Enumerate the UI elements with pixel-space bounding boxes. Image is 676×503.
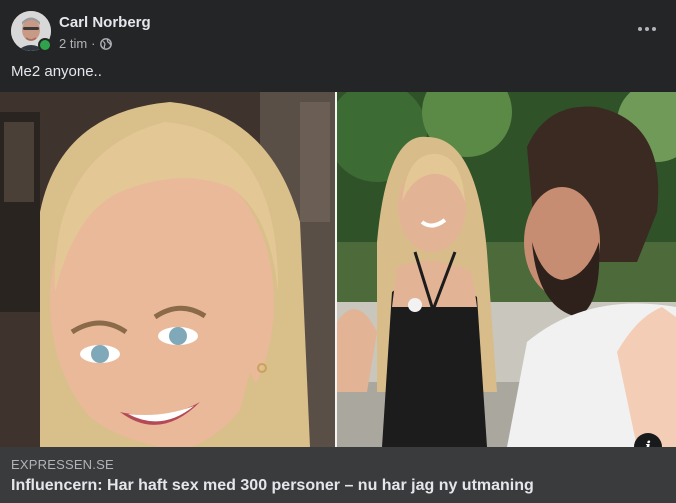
author-name[interactable]: Carl Norberg [59,14,151,31]
link-title[interactable]: Influencern: Har haft sex med 300 person… [11,477,534,495]
online-status-icon [38,38,52,52]
post-text: Me2 anyone.. [11,63,102,80]
post-header: Carl Norberg 2 tim · [11,11,665,53]
post-meta: 2 tim · [59,36,112,51]
meta-separator: · [91,36,96,51]
globe-icon[interactable] [99,37,112,50]
more-options-icon [652,27,656,31]
photo-divider [335,92,337,447]
feed-post: Carl Norberg 2 tim · Me2 anyone.. i EXPR… [0,0,676,503]
more-options-icon [638,27,642,31]
post-time[interactable]: 2 tim [59,36,87,51]
link-domain: EXPRESSEN.SE [11,457,114,472]
more-options-button[interactable] [629,15,665,43]
couple-photo [337,92,676,447]
link-preview[interactable]: EXPRESSEN.SE Influencern: Har haft sex m… [0,447,676,503]
author-avatar[interactable] [11,11,52,52]
portrait-photo [0,92,335,447]
link-image[interactable]: i [0,92,676,447]
more-options-icon [645,27,649,31]
